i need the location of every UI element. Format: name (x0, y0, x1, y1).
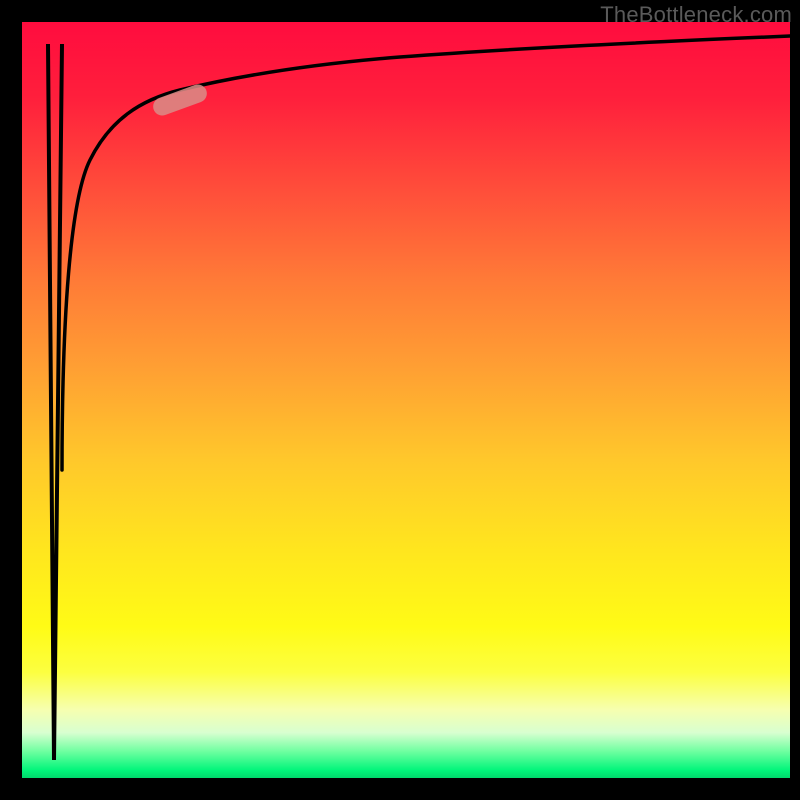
plot-area (22, 22, 790, 778)
chart-canvas: TheBottleneck.com (0, 0, 800, 800)
watermark-text: TheBottleneck.com (600, 2, 792, 28)
